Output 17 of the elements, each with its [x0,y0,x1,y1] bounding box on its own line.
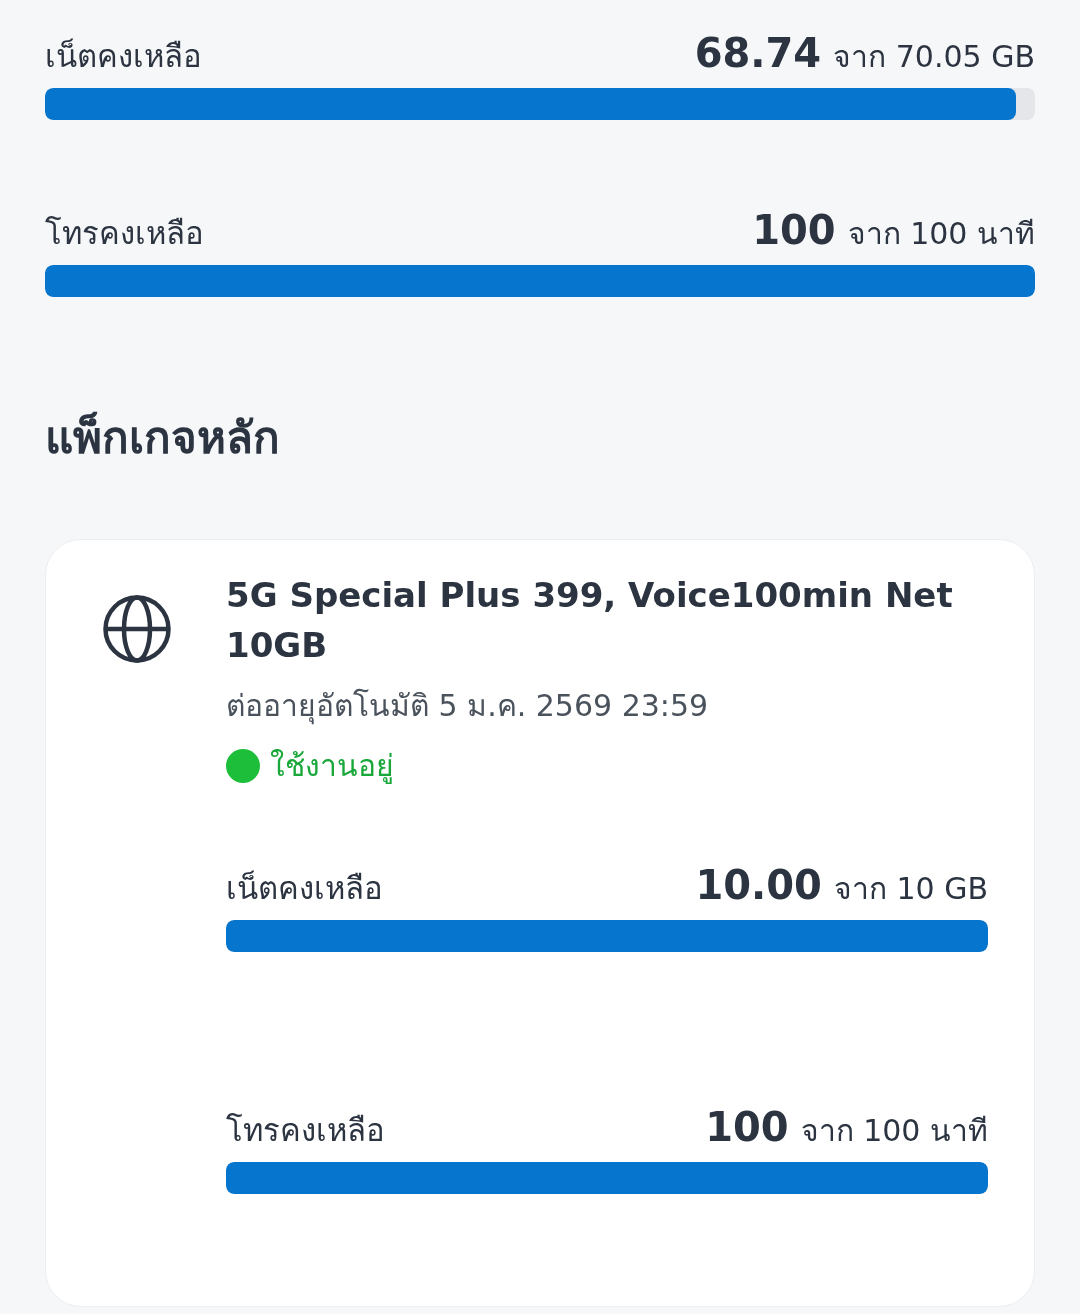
renewal-date: ต่ออายุอัตโนมัติ 5 ม.ค. 2569 23:59 [226,687,710,727]
status-label: ใช้งานอยู่ [270,747,394,786]
quota-label: เน็ตคงเหลือ [226,869,383,908]
remaining-amount: 10.00 [695,863,822,907]
quota-label: โทรคงเหลือ [226,1111,385,1150]
quota-label: โทรคงเหลือ [45,214,204,253]
remaining-amount: 100 [752,208,836,252]
package-name: 5G Special Plus 399, Voice100min Net 10GB [226,574,954,667]
globe-icon [103,595,171,663]
section-heading: แพ็กเกจหลัก [45,410,281,465]
quota-total: จาก 10 GB [833,870,988,908]
remaining-amount: 68.74 [694,31,822,75]
quota-label: เน็ตคงเหลือ [45,37,202,76]
quota-total: จาก 100 นาที [800,1112,988,1150]
quota-total: จาก 70.05 GB [833,38,1035,76]
remaining-amount: 100 [705,1105,789,1149]
quota-total: จาก 100 นาที [847,215,1035,253]
